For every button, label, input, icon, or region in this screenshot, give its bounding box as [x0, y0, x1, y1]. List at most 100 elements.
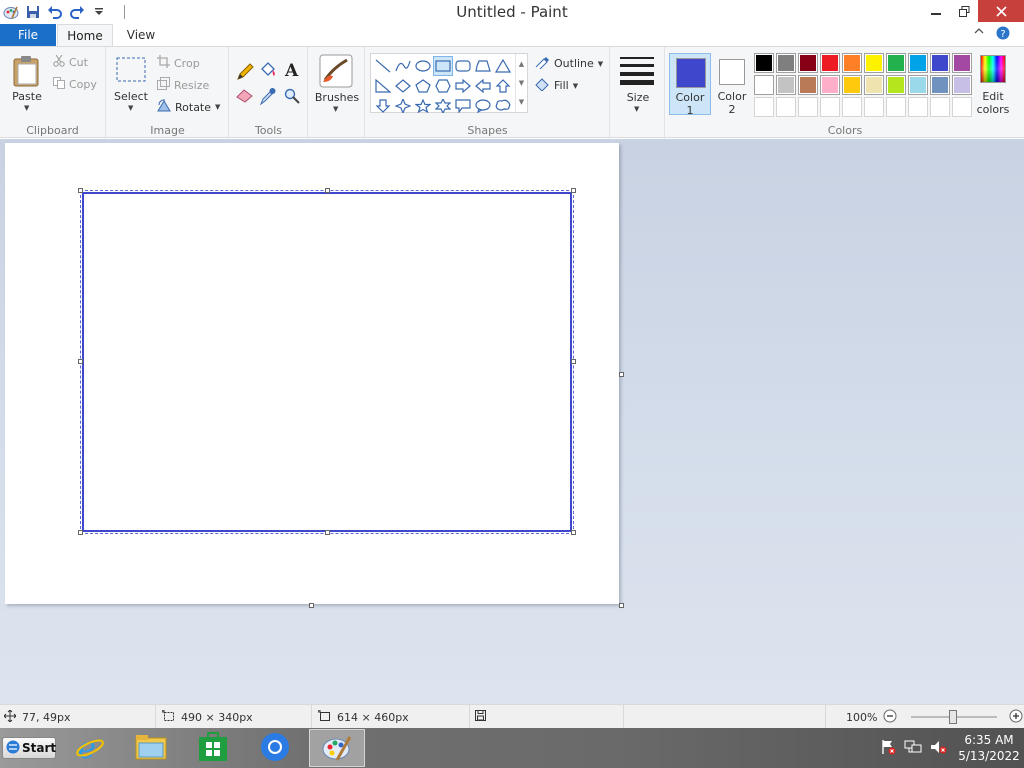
restore-icon[interactable] [950, 0, 978, 22]
resize-handle-top[interactable] [325, 188, 330, 193]
resize-handle-bottom-left[interactable] [78, 530, 83, 535]
palette-swatch-custom-9[interactable] [930, 97, 950, 117]
polygon-shape-icon[interactable] [473, 56, 493, 76]
minimize-icon[interactable] [922, 0, 950, 22]
fill-button[interactable]: Fill ▼ [534, 77, 578, 94]
resize-handle-top-right[interactable] [571, 188, 576, 193]
shape-selection-box[interactable] [80, 190, 574, 534]
tab-file[interactable]: File [0, 24, 56, 46]
palette-swatch-custom-10[interactable] [952, 97, 972, 117]
palette-swatch-row2-4[interactable] [820, 75, 840, 95]
palette-swatch-row2-2[interactable] [776, 75, 796, 95]
palette-swatch-row2-3[interactable] [798, 75, 818, 95]
palette-swatch-row2-5[interactable] [842, 75, 862, 95]
copy-button[interactable]: Copy [53, 77, 97, 92]
cut-button[interactable]: Cut [53, 54, 88, 70]
six-point-star-shape-icon[interactable] [433, 96, 453, 116]
four-point-star-shape-icon[interactable] [393, 96, 413, 116]
resize-handle-bottom[interactable] [325, 530, 330, 535]
taskbar-store[interactable] [185, 729, 241, 767]
oval-shape-icon[interactable] [413, 56, 433, 76]
palette-swatch-row1-5[interactable] [842, 53, 862, 73]
taskbar-internet-explorer[interactable]: e [62, 729, 118, 767]
color2-button[interactable]: Color 2 [711, 53, 753, 116]
palette-swatch-custom-3[interactable] [798, 97, 818, 117]
magnifier-icon[interactable] [284, 88, 300, 107]
fill-bucket-icon[interactable] [259, 61, 277, 82]
brushes-button[interactable]: Brushes ▼ [312, 53, 362, 115]
canvas-resize-handle-bottom[interactable] [309, 603, 314, 608]
palette-swatch-custom-7[interactable] [886, 97, 906, 117]
diamond-shape-icon[interactable] [393, 76, 413, 96]
palette-swatch-row1-8[interactable] [908, 53, 928, 73]
palette-swatch-row1-10[interactable] [952, 53, 972, 73]
minimize-ribbon-icon[interactable] [974, 26, 984, 43]
hexagon-shape-icon[interactable] [433, 76, 453, 96]
drawing-canvas[interactable] [5, 143, 619, 604]
palette-swatch-custom-2[interactable] [776, 97, 796, 117]
help-icon[interactable]: ? [996, 26, 1010, 43]
eraser-icon[interactable] [236, 87, 254, 106]
palette-swatch-row1-7[interactable] [886, 53, 906, 73]
start-button[interactable]: Start [2, 737, 56, 759]
curve-shape-icon[interactable] [393, 56, 413, 76]
zoom-in-icon[interactable] [1009, 709, 1023, 726]
select-button[interactable]: Select ▼ [113, 53, 149, 112]
line-shape-icon[interactable] [373, 56, 393, 76]
up-arrow-shape-icon[interactable] [493, 76, 513, 96]
rectangle-shape-icon[interactable] [433, 56, 453, 76]
taskbar-chrome[interactable] [247, 729, 303, 767]
volume-muted-icon[interactable] [930, 739, 948, 758]
palette-swatch-row1-4[interactable] [820, 53, 840, 73]
tab-view[interactable]: View [114, 24, 168, 46]
rounded-rectangle-shape-icon[interactable] [453, 56, 473, 76]
right-arrow-shape-icon[interactable] [453, 76, 473, 96]
palette-swatch-row2-9[interactable] [930, 75, 950, 95]
zoom-slider[interactable] [911, 710, 998, 724]
palette-swatch-row2-10[interactable] [952, 75, 972, 95]
palette-swatch-row1-2[interactable] [776, 53, 796, 73]
cloud-callout-shape-icon[interactable] [493, 96, 513, 116]
network-icon[interactable] [904, 739, 922, 758]
edit-colors-button[interactable]: Edit colors [976, 53, 1010, 116]
taskbar-paint[interactable] [309, 729, 365, 767]
palette-swatch-row1-1[interactable] [754, 53, 774, 73]
pentagon-shape-icon[interactable] [413, 76, 433, 96]
shapes-scrollbar[interactable]: ▲ ▼ ▼ [515, 54, 527, 112]
down-arrow-shape-icon[interactable] [373, 96, 393, 116]
gallery-more-icon[interactable]: ▼ [519, 98, 524, 106]
clock[interactable]: 6:35 AM 5/13/2022 [958, 732, 1020, 764]
rotate-button[interactable]: Rotate ▼ [157, 99, 220, 115]
work-area[interactable] [0, 139, 1024, 704]
color1-button[interactable]: Color 1 [669, 53, 711, 117]
palette-swatch-row1-3[interactable] [798, 53, 818, 73]
close-icon[interactable] [978, 0, 1024, 22]
palette-swatch-row2-1[interactable] [754, 75, 774, 95]
resize-handle-right[interactable] [571, 359, 576, 364]
palette-swatch-row2-8[interactable] [908, 75, 928, 95]
resize-handle-bottom-right[interactable] [571, 530, 576, 535]
palette-swatch-custom-6[interactable] [864, 97, 884, 117]
resize-handle-top-left[interactable] [78, 188, 83, 193]
taskbar-file-explorer[interactable] [123, 729, 179, 767]
five-point-star-shape-icon[interactable] [413, 96, 433, 116]
outline-button[interactable]: Outline ▼ [534, 55, 603, 72]
text-tool-icon[interactable]: A [284, 61, 300, 82]
scroll-down-icon[interactable]: ▼ [519, 79, 524, 87]
resize-handle-left[interactable] [78, 359, 83, 364]
palette-swatch-row2-7[interactable] [886, 75, 906, 95]
triangle-shape-icon[interactable] [493, 56, 513, 76]
pencil-icon[interactable] [236, 63, 254, 84]
tab-home[interactable]: Home [57, 24, 113, 47]
palette-swatch-row2-6[interactable] [864, 75, 884, 95]
palette-swatch-row1-9[interactable] [930, 53, 950, 73]
palette-swatch-custom-5[interactable] [842, 97, 862, 117]
size-button[interactable]: Size ▼ [617, 53, 659, 115]
right-triangle-shape-icon[interactable] [373, 76, 393, 96]
palette-swatch-custom-4[interactable] [820, 97, 840, 117]
canvas-resize-handle-right[interactable] [619, 372, 624, 377]
palette-swatch-custom-1[interactable] [754, 97, 774, 117]
oval-callout-shape-icon[interactable] [473, 96, 493, 116]
zoom-out-icon[interactable] [883, 709, 897, 726]
action-center-flag-icon[interactable] [880, 739, 896, 758]
